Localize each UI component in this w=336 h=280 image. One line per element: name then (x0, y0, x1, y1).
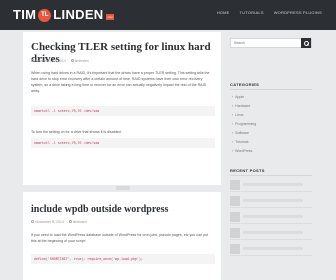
post-date: November 8, 2014 (35, 220, 64, 224)
search-box (230, 38, 312, 48)
site-logo[interactable]: TIM TL LINDEN .com (13, 7, 115, 22)
recent-post-link (243, 215, 303, 218)
recent-post-item[interactable] (230, 210, 312, 224)
post-thumbnail (230, 195, 240, 206)
logo-text-right: LINDEN (53, 7, 104, 22)
category-link[interactable]: Tutorials (232, 140, 248, 144)
nav-wordpress-plugins[interactable]: WordPress Plugins (274, 10, 322, 15)
category-link[interactable]: Programming (232, 122, 256, 126)
widget-divider (230, 89, 312, 90)
post-paragraph: When using hard drives in a RAID, it's i… (31, 71, 210, 93)
category-link[interactable]: Software (232, 131, 249, 135)
recent-post-link (243, 199, 303, 202)
categories-title: Categories (230, 82, 260, 87)
post-card: Checking TLER setting for linux hard dri… (23, 32, 221, 185)
category-link[interactable]: Apple (232, 95, 244, 99)
post-card: include wpdb outside wordpress November … (23, 192, 221, 280)
nav-tutorials[interactable]: Tutorials (240, 10, 264, 15)
logo-tag: .com (105, 14, 115, 20)
post-author[interactable]: timlinden (73, 220, 87, 224)
recent-post-link (243, 247, 303, 250)
post-paragraph: If you need to load the WordPress databa… (31, 233, 209, 243)
category-link[interactable]: WordPress (232, 149, 252, 153)
logo-text-left: TIM (13, 7, 37, 22)
nav-home[interactable]: Home (217, 10, 230, 15)
logo-badge: TL (38, 8, 52, 22)
code-block: smartctl -l scterc,70,70 /dev/sda (31, 106, 215, 116)
post-meta: November 17, 2014 timlinden (31, 59, 89, 63)
widget-divider (230, 175, 312, 176)
post-date: November 17, 2014 (35, 59, 66, 63)
clock-icon (31, 59, 34, 62)
post-thumbnail (230, 227, 240, 238)
recent-post-item[interactable] (230, 194, 312, 208)
code-block: define('SHORTINIT', true); require_once(… (31, 254, 215, 264)
post-thumbnail (230, 179, 240, 190)
recent-post-item[interactable] (230, 242, 312, 256)
post-thumbnail (230, 211, 240, 222)
recent-post-item[interactable] (230, 178, 312, 192)
user-icon (70, 59, 74, 62)
recent-post-item[interactable] (230, 226, 312, 240)
search-input[interactable] (231, 39, 301, 47)
clock-icon (31, 220, 34, 223)
post-title[interactable]: include wpdb outside wordpress (31, 204, 215, 215)
post-author[interactable]: timlinden (75, 59, 89, 63)
post-paragraph: To turn the setting on for a drive that … (31, 130, 122, 134)
user-icon (68, 220, 72, 223)
site-header: TIM TL LINDEN .com Home Tutorials WordPr… (0, 0, 336, 30)
search-icon[interactable] (301, 38, 311, 48)
pagination-divider (116, 186, 130, 190)
recent-post-link (243, 183, 303, 186)
code-block: smartctl -l scterc,70,70 /dev/sda (31, 138, 215, 148)
category-link[interactable]: Linux (232, 113, 243, 117)
recent-posts-title: Recent Posts (230, 168, 265, 173)
recent-post-link (243, 231, 303, 234)
post-thumbnail (230, 243, 240, 254)
main-nav: Home Tutorials WordPress Plugins (217, 10, 322, 15)
category-link[interactable]: Hardware (232, 104, 250, 108)
post-meta: November 8, 2014 timlinden (31, 220, 87, 224)
